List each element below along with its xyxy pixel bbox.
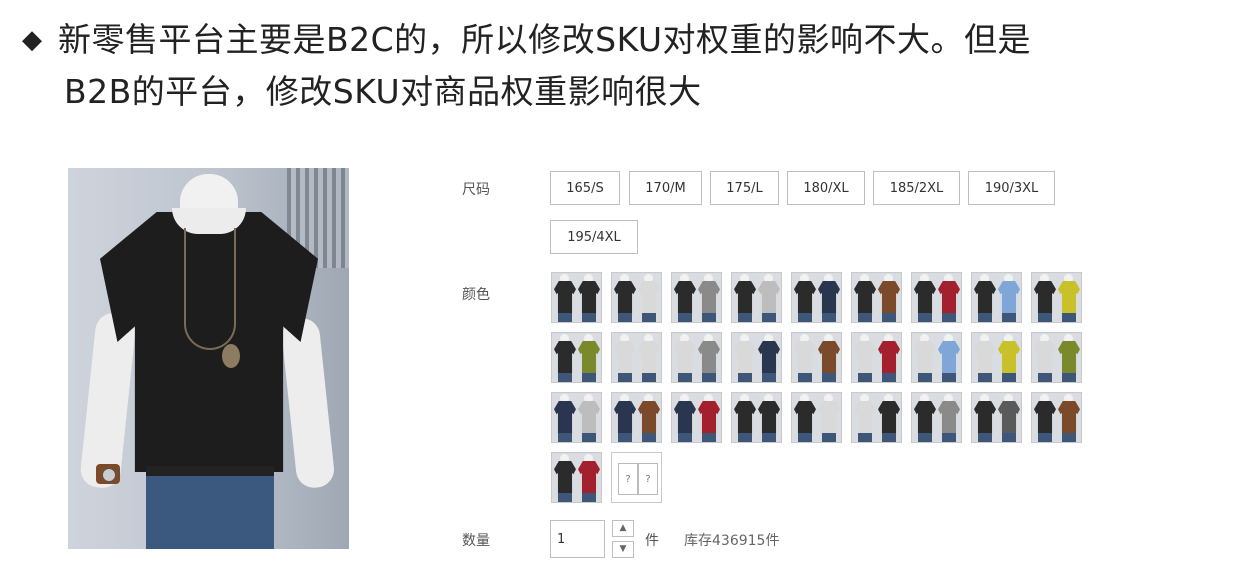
color-swatch[interactable] xyxy=(671,392,722,443)
color-swatch[interactable] xyxy=(551,392,602,443)
color-swatch[interactable] xyxy=(791,272,842,323)
size-label: 尺码 xyxy=(462,182,490,198)
size-option-185-2xl[interactable]: 185/2XL xyxy=(873,171,960,205)
size-option-175-l[interactable]: 175/L xyxy=(710,171,779,205)
color-swatch[interactable] xyxy=(731,332,782,383)
quantity-label: 数量 xyxy=(462,533,490,549)
color-swatch[interactable]: ?? xyxy=(611,452,662,503)
color-swatch[interactable] xyxy=(851,272,902,323)
missing-image-icon: ? xyxy=(638,463,658,495)
headline-line-2: B2B的平台，修改SKU对商品权重影响很大 xyxy=(64,72,702,111)
color-swatch[interactable] xyxy=(611,392,662,443)
quantity-unit: 件 xyxy=(645,533,659,549)
color-swatch[interactable] xyxy=(971,332,1022,383)
color-swatch[interactable] xyxy=(911,392,962,443)
color-swatch[interactable] xyxy=(731,272,782,323)
color-swatch[interactable] xyxy=(671,272,722,323)
quantity-increase-button[interactable]: ▲ xyxy=(612,520,634,537)
color-swatch[interactable] xyxy=(791,392,842,443)
color-swatch[interactable] xyxy=(551,332,602,383)
necklace-pendant xyxy=(222,344,240,368)
diamond-bullet-icon: ◆ xyxy=(22,25,43,55)
headline-line-1: 新零售平台主要是B2C的，所以修改SKU对权重的影响不大。但是 xyxy=(58,20,1032,59)
color-swatch[interactable] xyxy=(671,332,722,383)
color-swatch[interactable] xyxy=(731,392,782,443)
size-option-195-4xl[interactable]: 195/4XL xyxy=(550,220,638,254)
quantity-input[interactable] xyxy=(550,520,605,558)
color-swatch[interactable] xyxy=(611,272,662,323)
color-swatch[interactable] xyxy=(1031,392,1082,443)
color-swatch[interactable] xyxy=(1031,272,1082,323)
product-photo xyxy=(68,168,349,549)
quantity-decrease-button[interactable]: ▼ xyxy=(612,541,634,558)
color-swatch[interactable] xyxy=(911,272,962,323)
color-swatch[interactable] xyxy=(971,392,1022,443)
color-swatch[interactable] xyxy=(551,272,602,323)
color-swatch[interactable] xyxy=(611,332,662,383)
color-swatch[interactable] xyxy=(791,332,842,383)
belt xyxy=(146,466,274,476)
jeans xyxy=(146,466,274,549)
size-option-165-s[interactable]: 165/S xyxy=(550,171,620,205)
color-swatch[interactable] xyxy=(1031,332,1082,383)
size-option-170-m[interactable]: 170/M xyxy=(629,171,702,205)
necklace-cord xyxy=(184,228,236,350)
color-swatch[interactable] xyxy=(851,332,902,383)
missing-image-icon: ? xyxy=(618,463,638,495)
slide-headline: ◆ 新零售平台主要是B2C的，所以修改SKU对权重的影响不大。但是 B2B的平台，… xyxy=(22,14,1212,118)
color-label: 颜色 xyxy=(462,287,490,303)
color-swatch[interactable] xyxy=(971,272,1022,323)
color-swatch[interactable] xyxy=(551,452,602,503)
wristwatch xyxy=(96,464,120,484)
mannequin-left-arm xyxy=(78,311,138,490)
color-swatch[interactable] xyxy=(851,392,902,443)
mannequin-right-arm xyxy=(280,316,336,490)
size-option-190-3xl[interactable]: 190/3XL xyxy=(968,171,1055,205)
size-option-180-xl[interactable]: 180/XL xyxy=(787,171,865,205)
stock-count: 库存436915件 xyxy=(684,533,780,549)
color-swatch[interactable] xyxy=(911,332,962,383)
